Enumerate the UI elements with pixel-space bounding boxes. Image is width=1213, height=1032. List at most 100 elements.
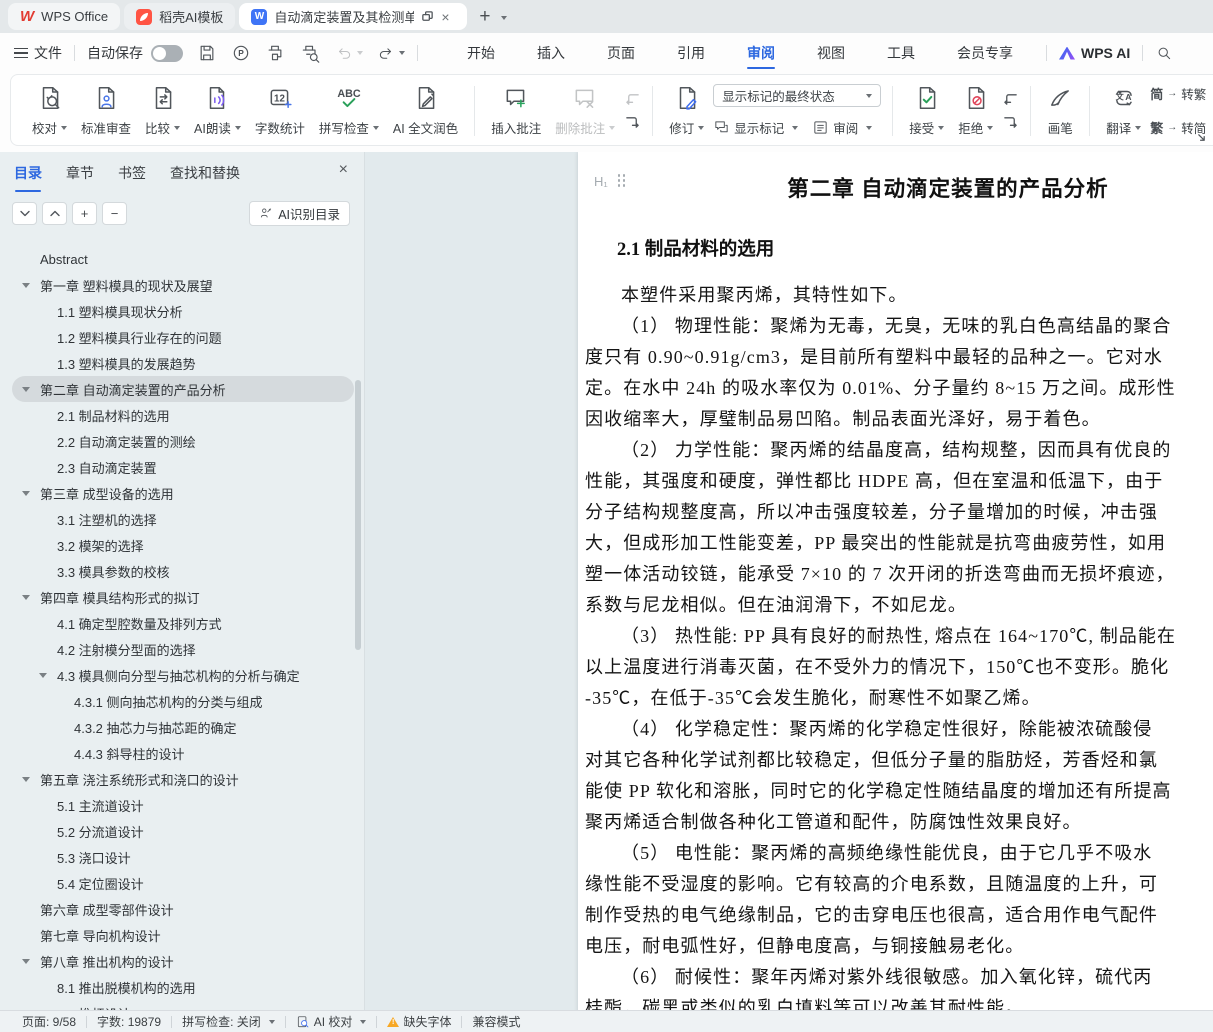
undo-icon[interactable] [335,44,353,62]
toc-item[interactable]: 第一章 塑料模具的现状及展望 [12,272,354,298]
previous-change-icon[interactable] [1002,92,1019,107]
show-markup-button[interactable]: 显示标记 [713,118,798,137]
toc-item[interactable]: 8.2 推杆设计 [12,1000,354,1010]
toc-collapse-arrow-icon[interactable] [22,595,30,600]
toc-item[interactable]: 3.2 模架的选择 [12,532,354,558]
save-icon[interactable] [197,43,217,63]
print-preview-icon[interactable] [299,43,321,63]
toc-item[interactable]: 4.3.1 侧向抽芯机构的分类与组成 [12,688,354,714]
toc-item[interactable]: 3.1 注塑机的选择 [12,506,354,532]
toc-item[interactable]: 第四章 模具结构形式的拟订 [12,584,354,610]
ai-proofread-status[interactable]: AI 校对 [286,1013,377,1030]
sidebar-tab[interactable]: 书签 [118,160,146,190]
proof-button[interactable]: 校对 [25,80,74,142]
word-count-button[interactable]: 12 字数统计 [248,80,312,142]
toc-item[interactable]: 5.1 主流道设计 [12,792,354,818]
toc-collapse-arrow-icon[interactable] [22,283,30,288]
translate-button[interactable]: A文 翻译 [1099,80,1148,142]
search-icon[interactable] [1155,44,1173,62]
page-indicator[interactable]: 页面: 9/58 [12,1013,86,1030]
standard-review-button[interactable]: 标准审查 [74,80,138,142]
sidebar-tab[interactable]: 查找和替换 [170,160,240,190]
toc-item[interactable]: 4.1 确定型腔数量及排列方式 [12,610,354,636]
menu-tab[interactable]: 开始 [446,33,516,73]
compare-button[interactable]: 比较 [138,80,187,142]
toc-item[interactable]: 1.3 塑料模具的发展趋势 [12,350,354,376]
file-menu-button[interactable]: 文件 [14,43,62,63]
toc-collapse-arrow-icon[interactable] [22,491,30,496]
tab-wps-office[interactable]: W WPS Office [8,3,120,30]
accept-change-button[interactable]: 接受 [902,80,951,142]
toc-item[interactable]: 5.3 浇口设计 [12,844,354,870]
zoom-out-outline-button[interactable]: − [102,202,127,225]
sidebar-tab[interactable]: 目录 [14,160,42,190]
toc-item[interactable]: 第七章 导向机构设计 [12,922,354,948]
export-pdf-icon[interactable]: P [231,43,251,63]
ink-brush-button[interactable]: 画笔 [1040,80,1080,142]
word-count-indicator[interactable]: 字数: 19879 [87,1013,171,1030]
toc-item[interactable]: Abstract [12,246,354,272]
toc-item[interactable]: 第八章 推出机构的设计 [12,948,354,974]
autosave-toggle[interactable] [151,45,183,62]
markup-state-select[interactable]: 显示标记的最终状态 [713,84,881,107]
redo-icon[interactable] [377,44,395,62]
next-change-icon[interactable] [1002,115,1019,130]
insert-comment-button[interactable]: 插入批注 [484,80,548,142]
menu-tab[interactable]: 工具 [866,33,936,73]
toc-item[interactable]: 8.1 推出脱模机构的选用 [12,974,354,1000]
ai-polish-button[interactable]: AI 全文润色 [386,80,465,142]
close-tab-icon[interactable]: × [441,10,449,24]
menu-tab[interactable]: 引用 [656,33,726,73]
ai-read-button[interactable]: AI朗读 [187,80,248,142]
menu-tab[interactable]: 会员专享 [936,33,1034,73]
missing-font-warning[interactable]: 缺失字体 [377,1013,461,1030]
toc-item[interactable]: 4.4.3 斜导柱的设计 [12,740,354,766]
toc-item[interactable]: 第六章 成型零部件设计 [12,896,354,922]
ai-recognize-toc-button[interactable]: AI识别目录 [249,201,350,226]
delete-comment-button[interactable]: 删除批注 [548,80,622,142]
toc-item[interactable]: 2.3 自动滴定装置 [12,454,354,480]
zoom-in-outline-button[interactable]: + [72,202,97,225]
toc-item[interactable]: 5.4 定位圈设计 [12,870,354,896]
reject-change-button[interactable]: 拒绝 [951,80,1000,142]
autosave-control[interactable]: 自动保存 [87,43,183,63]
undo-chevron-icon[interactable] [357,51,363,55]
redo-chevron-icon[interactable] [399,51,405,55]
toc-item[interactable]: 3.3 模具参数的校核 [12,558,354,584]
menu-tab[interactable]: 插入 [516,33,586,73]
sidebar-tab[interactable]: 章节 [66,160,94,190]
spellcheck-status[interactable]: 拼写检查: 关闭 [172,1013,285,1030]
wps-ai-button[interactable]: WPS AI [1059,45,1130,61]
toc-item[interactable]: 第二章 自动滴定装置的产品分析 [12,376,354,402]
review-pane-button[interactable]: 审阅 [812,118,872,137]
undo-group[interactable] [335,44,363,62]
new-tab-button[interactable]: + [479,5,490,29]
menu-tab[interactable]: 视图 [796,33,866,73]
tab-docer-templates[interactable]: 稻壳AI模板 [124,3,235,30]
track-changes-button[interactable]: 修订 [662,80,711,142]
window-stack-icon[interactable] [421,10,434,23]
to-traditional-button[interactable]: 简→ 转繁 [1150,84,1206,103]
sidebar-close-icon[interactable]: × [339,162,348,178]
spell-check-button[interactable]: ABC 拼写检查 [312,80,386,142]
menu-tab[interactable]: 页面 [586,33,656,73]
toc-collapse-arrow-icon[interactable] [22,387,30,392]
toc-item[interactable]: 第五章 浇注系统形式和浇口的设计 [12,766,354,792]
document-page[interactable]: H₁ 第二章 自动滴定装置的产品分析 2.1 制品材料的选用 本塑件采用聚丙烯，… [578,152,1213,1010]
previous-comment-icon[interactable] [624,92,641,107]
collapse-all-button[interactable] [12,202,37,225]
toc-item[interactable]: 4.3 模具侧向分型与抽芯机构的分析与确定 [12,662,354,688]
tab-document[interactable]: W 自动滴定装置及其检测单元设 × [239,3,467,30]
next-comment-icon[interactable] [624,115,641,130]
toc-item[interactable]: 1.1 塑料模具现状分析 [12,298,354,324]
redo-group[interactable] [377,44,405,62]
toc-item[interactable]: 1.2 塑料模具行业存在的问题 [12,324,354,350]
print-icon[interactable] [265,43,285,63]
tab-list-chevron-icon[interactable] [501,16,507,20]
toc-item[interactable]: 4.3.2 抽芯力与抽芯距的确定 [12,714,354,740]
toc-item[interactable]: 第三章 成型设备的选用 [12,480,354,506]
compatibility-mode-badge[interactable]: 兼容模式 [462,1013,530,1030]
toc-collapse-arrow-icon[interactable] [39,673,47,678]
group-expand-icon[interactable] [1197,133,1206,142]
toc-item[interactable]: 5.2 分流道设计 [12,818,354,844]
